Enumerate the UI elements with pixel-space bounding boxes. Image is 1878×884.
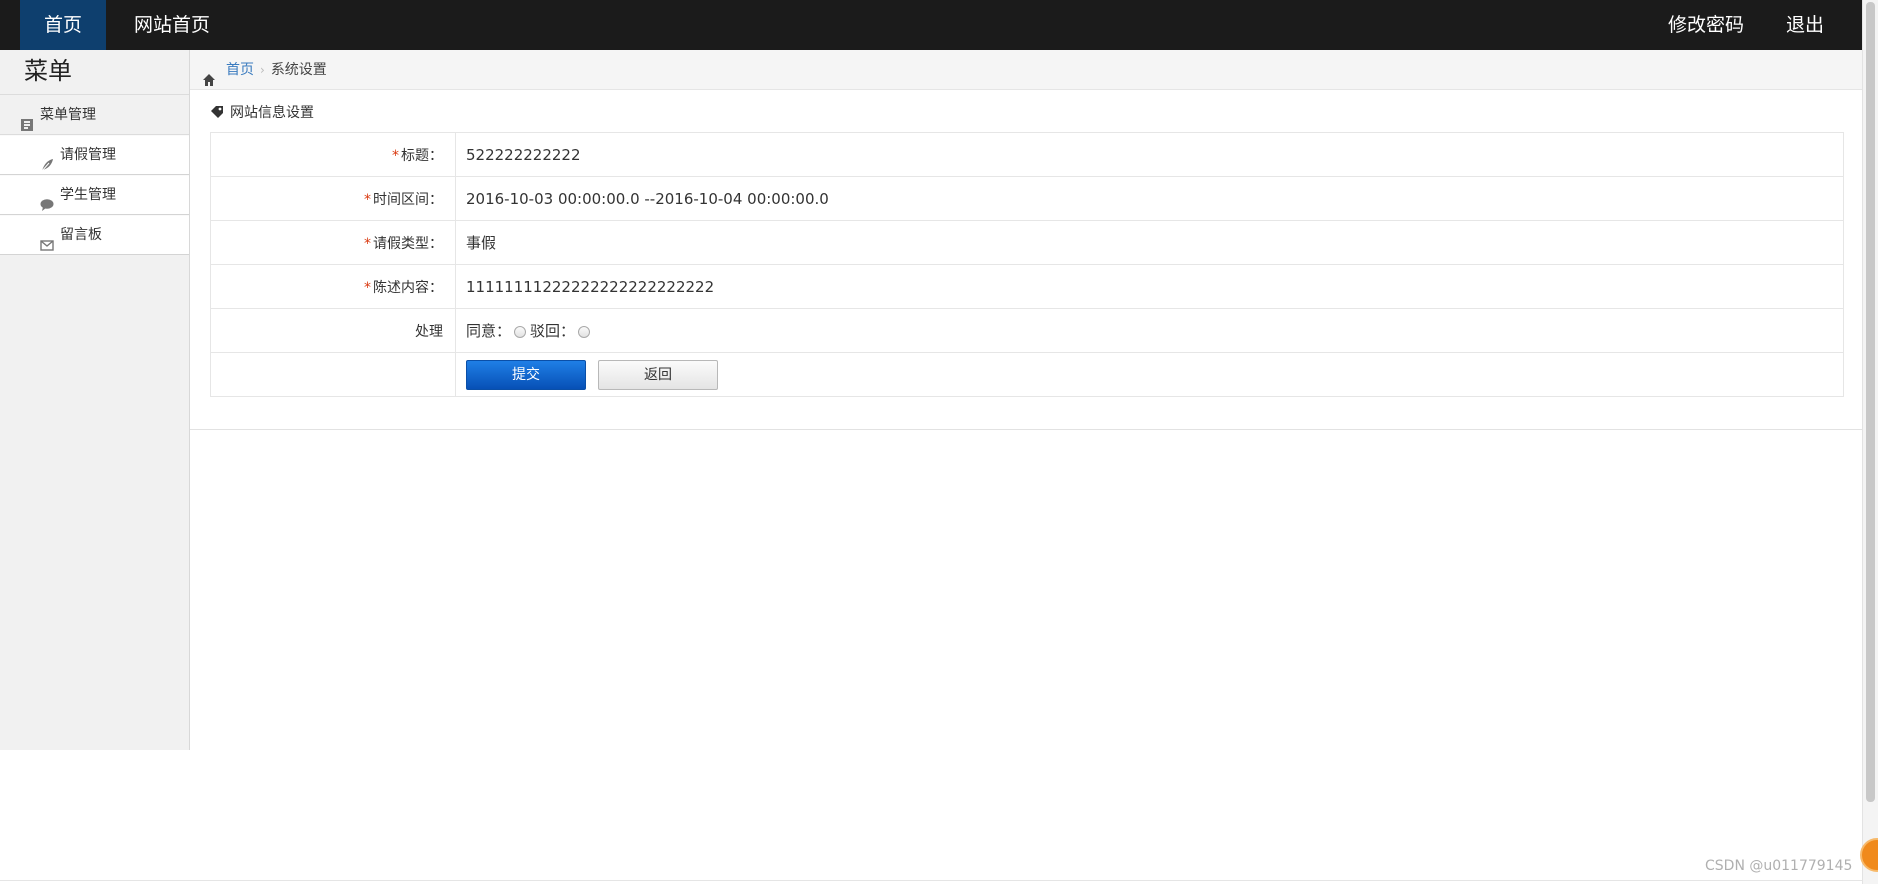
breadcrumb-home-link[interactable]: 首页 <box>226 50 254 90</box>
agree-label: 同意： <box>466 322 512 340</box>
submit-button[interactable]: 提交 <box>466 359 586 390</box>
process-options: 同意： 驳回： <box>455 308 1844 353</box>
sidebar-item-label: 学生管理 <box>60 187 116 203</box>
nav-logout-link[interactable]: 退出 <box>1778 0 1832 50</box>
form-label-text: 标题： <box>401 147 443 164</box>
form-value-title: 522222222222 <box>455 132 1844 177</box>
form-label-text: 陈述内容： <box>373 279 443 296</box>
nav-change-password-link[interactable]: 修改密码 <box>1656 0 1756 50</box>
nav-website-home-link[interactable]: 网站首页 <box>118 0 226 50</box>
form-row-title: * 标题： 522222222222 <box>210 132 1844 177</box>
section-title: 网站信息设置 <box>230 105 314 121</box>
sidebar-item-label: 请假管理 <box>60 147 116 163</box>
form-label: * 时间区间： <box>210 176 456 221</box>
breadcrumb: 首页 › 系统设置 <box>190 50 1862 90</box>
sidebar-item-student-management[interactable]: 学生管理 <box>0 175 189 215</box>
section-header: 网站信息设置 <box>210 102 314 122</box>
form-actions: 提交 返回 <box>455 352 1844 397</box>
main-content: 首页 › 系统设置 网站信息设置 * 标题： 522222222222 * 时间区间… <box>190 50 1862 430</box>
sidebar-group-label: 菜单管理 <box>40 106 96 123</box>
required-mark: * <box>364 235 371 252</box>
form-label: * 陈述内容： <box>210 264 456 309</box>
form-label-text: 时间区间： <box>373 191 443 208</box>
form-value-time-range: 2016-10-03 00:00:00.0 --2016-10-04 00:00… <box>455 176 1844 221</box>
list-icon <box>20 108 34 131</box>
required-mark: * <box>392 147 399 164</box>
reject-radio[interactable] <box>578 325 591 338</box>
form-label-empty <box>210 352 456 397</box>
required-mark: * <box>364 191 371 208</box>
sidebar-item-label: 留言板 <box>60 227 102 243</box>
leaf-icon <box>40 148 54 172</box>
sidebar-item-leave-management[interactable]: 请假管理 <box>0 135 189 175</box>
form-row-actions: 提交 返回 <box>210 352 1844 397</box>
agree-radio[interactable] <box>514 325 527 338</box>
form-label-process: 处理 <box>210 308 456 353</box>
envelope-icon <box>40 228 54 251</box>
back-button[interactable]: 返回 <box>598 359 718 390</box>
leave-detail-form: * 标题： 522222222222 * 时间区间： 2016-10-03 00:0… <box>210 132 1844 397</box>
form-row-statement: * 陈述内容： 11111111222222222222222222 <box>210 264 1844 309</box>
required-mark: * <box>364 279 371 296</box>
form-label: * 请假类型： <box>210 220 456 265</box>
sidebar-item-message-board[interactable]: 留言板 <box>0 215 189 255</box>
breadcrumb-separator-icon: › <box>260 62 265 77</box>
form-label-text: 请假类型： <box>373 235 443 252</box>
sidebar-group-menu-management[interactable]: 菜单管理 <box>0 95 189 135</box>
tag-icon <box>210 105 224 119</box>
form-value-leave-type: 事假 <box>455 220 1844 265</box>
form-value-statement: 11111111222222222222222222 <box>455 264 1844 309</box>
csdn-watermark: CSDN @u011779145 <box>1705 858 1853 874</box>
form-row-leave-type: * 请假类型： 事假 <box>210 220 1844 265</box>
sidebar-title: 菜单 <box>0 50 189 95</box>
scrollbar-thumb[interactable] <box>1866 2 1875 802</box>
sidebar: 菜单 菜单管理 请假管理 学生管理 留言板 <box>0 50 190 750</box>
comment-icon <box>40 188 54 211</box>
form-label: * 标题： <box>210 132 456 177</box>
nav-home-link[interactable]: 首页 <box>20 0 106 50</box>
reject-label: 驳回： <box>530 322 576 340</box>
breadcrumb-current: 系统设置 <box>270 61 327 78</box>
home-icon <box>202 63 216 86</box>
bottom-divider <box>0 880 1862 881</box>
top-navbar: 首页 网站首页 修改密码 退出 <box>0 0 1862 50</box>
page-scrollbar[interactable] <box>1862 0 1878 884</box>
form-row-process: 处理 同意： 驳回： <box>210 308 1844 353</box>
form-row-time-range: * 时间区间： 2016-10-03 00:00:00.0 --2016-10-0… <box>210 176 1844 221</box>
